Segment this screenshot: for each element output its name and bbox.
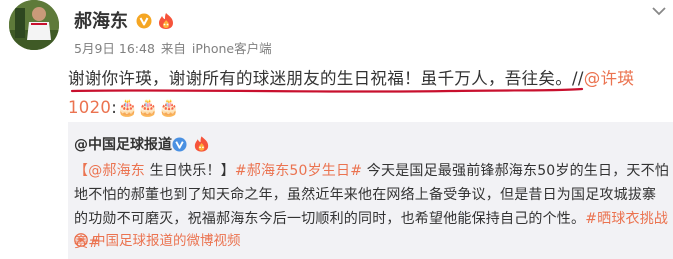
post-text-end: :🎂🎂🎂 (111, 98, 180, 117)
fire-badge-icon[interactable] (156, 12, 176, 30)
video-link[interactable]: 中国足球报道的微博视频 (74, 232, 241, 250)
post-text-main: 谢谢你许瑛，谢谢所有的球迷朋友的生日祝福！虽千万人，吾往矣。// (68, 69, 584, 88)
verified-v-icon (172, 137, 187, 152)
play-video-icon (74, 233, 88, 247)
repost-mention-link[interactable]: 【@郝海东 (74, 163, 145, 179)
post-username[interactable]: 郝海东 (74, 12, 128, 32)
mention-link-suffix[interactable]: 1020 (68, 98, 111, 117)
avatar[interactable] (9, 0, 59, 50)
post-meta: 5月9日 16:48 来自 iPhone客户端 (74, 41, 278, 57)
repost-username[interactable]: @中国足球报道 (74, 136, 172, 154)
post-source-prefix: 来自 (160, 41, 186, 56)
repost-greeting: 生日快乐！】 (145, 163, 235, 179)
fire-badge-icon[interactable] (192, 135, 211, 153)
post-date[interactable]: 5月9日 16:48 (74, 41, 155, 56)
post-text: 谢谢你许瑛，谢谢所有的球迷朋友的生日祝福！虽千万人，吾往矣。//@许瑛 1020:… (68, 64, 668, 122)
verified-v-icon (136, 13, 152, 29)
video-link-label[interactable]: 中国足球报道的微博视频 (92, 233, 241, 249)
post-source-name[interactable]: iPhone客户端 (192, 41, 272, 56)
repost-container: @中国足球报道 【@郝海东 生日快乐！】#郝海东50岁生日# 今天是国足最强前锋… (68, 122, 673, 259)
mention-link[interactable]: @许瑛 (584, 69, 634, 88)
hashtag-link[interactable]: #郝海东50岁生日# (235, 163, 362, 179)
chevron-down-icon[interactable] (652, 6, 666, 16)
